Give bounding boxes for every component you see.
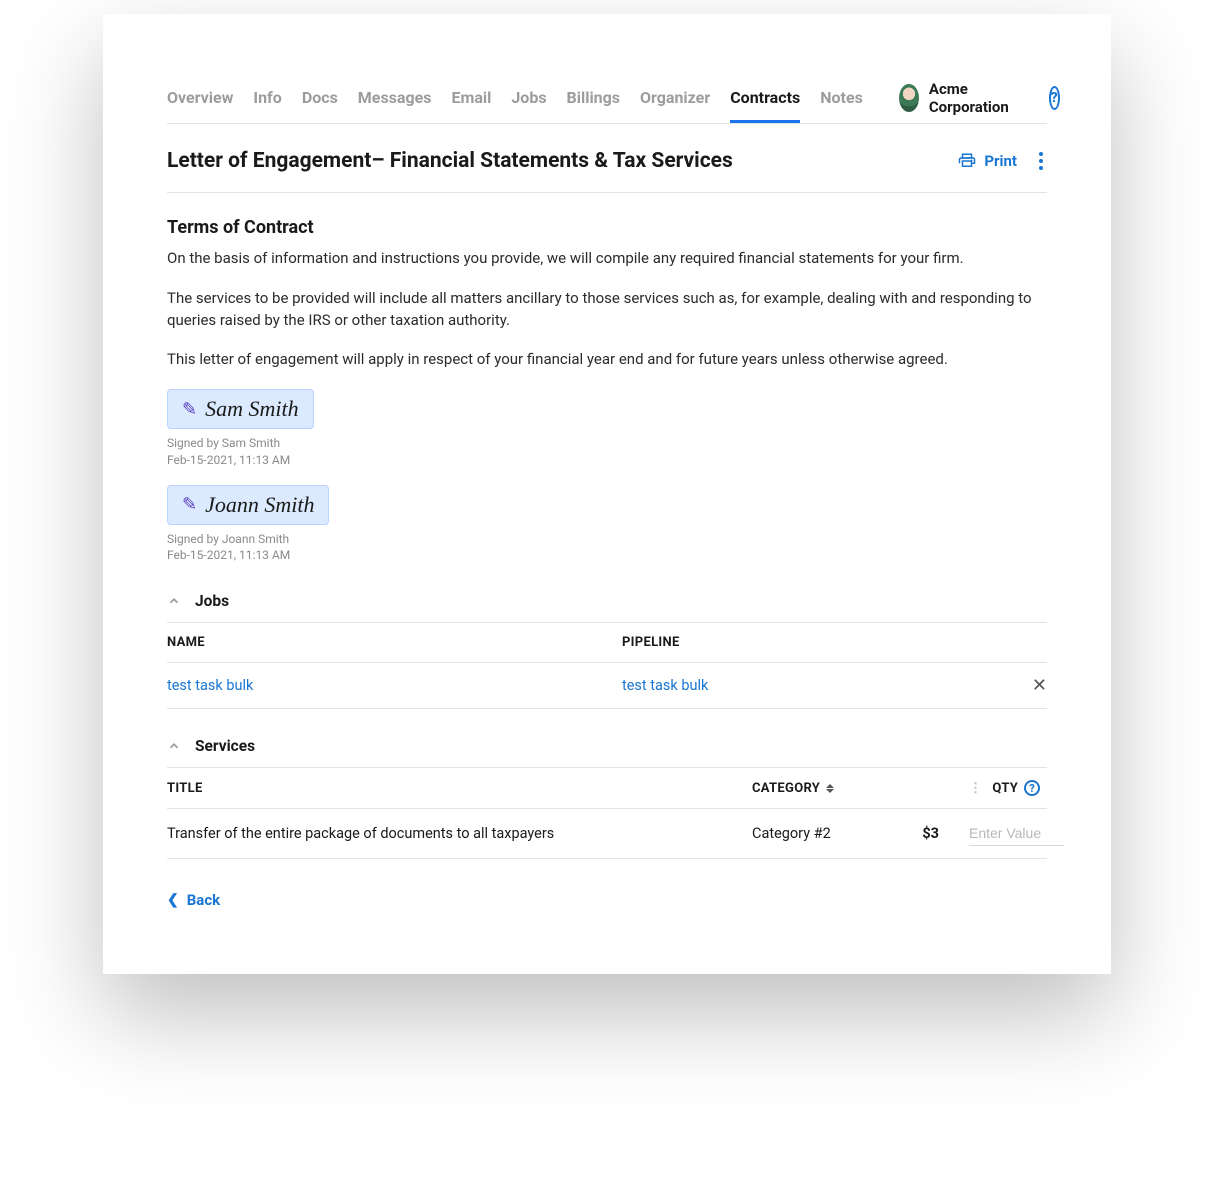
tab-billings[interactable]: Billings — [567, 72, 620, 123]
signature-date: Feb-15-2021, 11:13 AM — [167, 452, 1047, 469]
tab-docs[interactable]: Docs — [302, 72, 338, 123]
back-button[interactable]: ❮ Back — [167, 891, 1047, 909]
terms-heading: Terms of Contract — [167, 217, 1047, 238]
help-icon[interactable]: ? — [1049, 86, 1060, 110]
tab-notes[interactable]: Notes — [820, 72, 863, 123]
tab-bar: Overview Info Docs Messages Email Jobs B… — [167, 72, 1047, 124]
title-row: Letter of Engagement– Financial Statemen… — [167, 124, 1047, 193]
chevron-up-icon — [167, 739, 181, 753]
terms-paragraph: The services to be provided will include… — [167, 288, 1047, 332]
services-section-toggle[interactable]: Services — [167, 737, 1047, 768]
signature-signer: Signed by Sam Smith — [167, 435, 1047, 452]
service-category: Category #2 — [752, 825, 872, 842]
services-col-qty-label: QTY — [992, 781, 1018, 796]
tab-messages[interactable]: Messages — [358, 72, 432, 123]
signature-block: ✎ Sam Smith Signed by Sam Smith Feb-15-2… — [167, 389, 1047, 469]
services-section-label: Services — [195, 737, 255, 755]
services-table-header: TITLE CATEGORY ⋮ QTY ? — [167, 768, 1047, 809]
service-title: Transfer of the entire package of docume… — [167, 825, 752, 842]
terms-paragraph: On the basis of information and instruct… — [167, 248, 1047, 270]
tab-organizer[interactable]: Organizer — [640, 72, 710, 123]
jobs-col-name: NAME — [167, 635, 622, 650]
jobs-table-header: NAME PIPELINE — [167, 623, 1047, 663]
tab-info[interactable]: Info — [253, 72, 281, 123]
services-table-row: Transfer of the entire package of docume… — [167, 809, 1047, 859]
job-name-link[interactable]: test task bulk — [167, 677, 622, 694]
signature-meta: Signed by Joann Smith Feb-15-2021, 11:13… — [167, 531, 1047, 565]
tab-email[interactable]: Email — [451, 72, 491, 123]
print-button[interactable]: Print — [958, 152, 1017, 170]
signature-block: ✎ Joann Smith Signed by Joann Smith Feb-… — [167, 485, 1047, 565]
signature-signer: Signed by Joann Smith — [167, 531, 1047, 548]
terms-paragraph: This letter of engagement will apply in … — [167, 349, 1047, 371]
service-price: $3 — [872, 825, 947, 842]
more-menu-icon[interactable] — [1035, 148, 1047, 174]
jobs-table-row: test task bulk test task bulk ✕ — [167, 663, 1047, 709]
services-col-category[interactable]: CATEGORY — [752, 781, 872, 796]
chevron-left-icon: ❮ — [167, 892, 179, 908]
print-label: Print — [984, 152, 1017, 170]
avatar — [899, 84, 919, 112]
signature-box[interactable]: ✎ Sam Smith — [167, 389, 314, 429]
tab-contracts[interactable]: Contracts — [730, 72, 800, 123]
signature-mark-icon: ✎ — [182, 399, 197, 420]
services-col-category-label: CATEGORY — [752, 781, 820, 796]
tab-jobs[interactable]: Jobs — [511, 72, 546, 123]
signature-name: Sam Smith — [205, 396, 299, 422]
service-qty-input[interactable] — [969, 821, 1064, 846]
jobs-section-toggle[interactable]: Jobs — [167, 592, 1047, 623]
page-title: Letter of Engagement– Financial Statemen… — [167, 149, 733, 173]
services-col-title: TITLE — [167, 781, 752, 796]
tabs: Overview Info Docs Messages Email Jobs B… — [167, 72, 863, 123]
signature-mark-icon: ✎ — [182, 494, 197, 515]
signature-box[interactable]: ✎ Joann Smith — [167, 485, 329, 525]
jobs-col-pipeline: PIPELINE — [622, 635, 1017, 650]
chevron-up-icon — [167, 594, 181, 608]
job-pipeline-link[interactable]: test task bulk — [622, 677, 1017, 694]
help-icon[interactable]: ? — [1024, 780, 1040, 796]
title-actions: Print — [958, 148, 1047, 174]
sort-icon — [826, 784, 834, 793]
signature-name: Joann Smith — [205, 492, 314, 518]
printer-icon — [958, 152, 976, 170]
jobs-section-label: Jobs — [195, 592, 229, 610]
account-chip[interactable]: Acme Corporation — [899, 80, 1017, 116]
remove-job-icon[interactable]: ✕ — [1017, 675, 1047, 696]
signature-meta: Signed by Sam Smith Feb-15-2021, 11:13 A… — [167, 435, 1047, 469]
services-col-qty: ⋮ QTY ? — [947, 780, 1047, 796]
drag-handle-icon[interactable]: ⋮ — [969, 781, 986, 796]
account-name: Acme Corporation — [929, 80, 1017, 116]
tab-overview[interactable]: Overview — [167, 72, 233, 123]
back-label: Back — [187, 891, 220, 909]
signature-date: Feb-15-2021, 11:13 AM — [167, 547, 1047, 564]
